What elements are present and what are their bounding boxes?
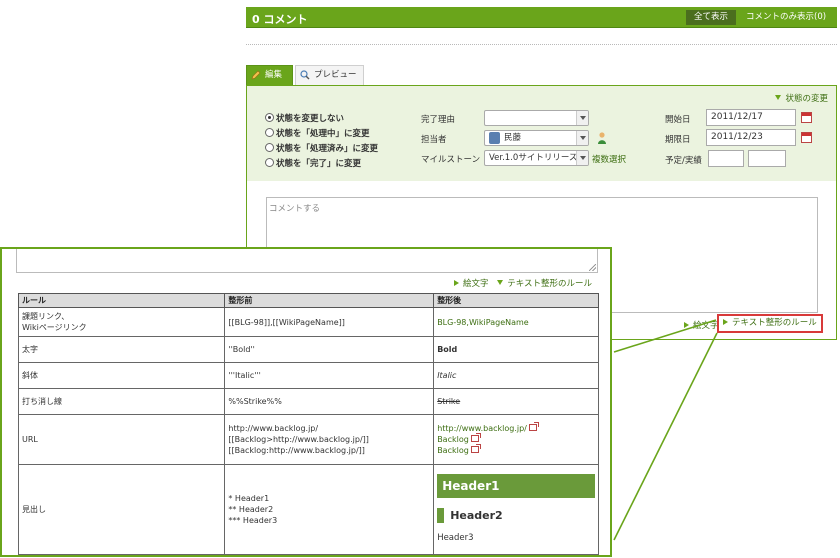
chevron-down-icon bbox=[576, 131, 588, 145]
text-format-rules-zoom: 絵文字 テキスト整形のルール ルール 整形前 整形後 課題リンク、 Wikiページ… bbox=[0, 247, 612, 557]
after-cell: Italic bbox=[433, 362, 599, 389]
calendar-icon[interactable] bbox=[801, 112, 812, 123]
after-cell: Bold bbox=[433, 336, 599, 363]
magnifier-icon bbox=[300, 70, 310, 80]
rule-cell: 打ち消し線 bbox=[17, 388, 226, 415]
table-row: 課題リンク、 Wikiページリンク [[BLG-98]],[[WikiPageNa… bbox=[17, 307, 599, 337]
comment-count-title: 0 コメント bbox=[252, 13, 308, 26]
status-option-in-progress[interactable]: 状態を「処理中」に変更 bbox=[265, 127, 370, 139]
before-cell: '''Italic''' bbox=[224, 362, 435, 389]
comment-placeholder: コメントする bbox=[269, 204, 321, 214]
avatar bbox=[489, 132, 500, 144]
assign-myself-icon[interactable] bbox=[597, 132, 607, 144]
comments-header: 0 コメント 全て表示 コメントのみ表示(0) bbox=[246, 7, 837, 28]
rule-cell: 見出し bbox=[17, 464, 226, 555]
status-toggle-link[interactable]: 状態の変更 bbox=[775, 92, 828, 104]
after-cell: http://www.backlog.jp/ Backlog Backlog bbox=[433, 414, 599, 465]
zoom-text-rules-link[interactable]: テキスト整形のルール bbox=[497, 279, 592, 289]
multi-select-link[interactable]: 複数選択 bbox=[592, 153, 626, 165]
status-change-area: 状態の変更 状態を変更しない 状態を「処理中」に変更 状態を「処理済み」に変更 … bbox=[247, 86, 836, 181]
radio-button[interactable] bbox=[265, 143, 274, 152]
assignee-select[interactable]: 民藤 bbox=[484, 130, 589, 146]
header3-sample: Header3 bbox=[437, 533, 474, 543]
before-cell: %%Strike%% bbox=[224, 388, 435, 415]
chevron-down-icon bbox=[576, 151, 588, 165]
after-cell: Strike bbox=[433, 388, 599, 415]
due-date-label: 期限日 bbox=[665, 135, 691, 145]
table-header-row: ルール 整形前 整形後 bbox=[17, 293, 599, 308]
start-date-input[interactable]: 2011/12/17 bbox=[706, 109, 796, 126]
panel-emoji-link[interactable]: 絵文字 bbox=[684, 319, 719, 331]
text-format-rules-table: ルール 整形前 整形後 課題リンク、 Wikiページリンク [[BLG-98]],… bbox=[17, 293, 599, 555]
link[interactable]: Backlog bbox=[437, 433, 595, 445]
show-all-button[interactable]: 全て表示 bbox=[686, 10, 736, 25]
triangle-right-icon bbox=[454, 280, 459, 286]
due-date-input[interactable]: 2011/12/23 bbox=[706, 129, 796, 146]
comment-textarea-edge bbox=[16, 249, 598, 273]
table-row: URL http://www.backlog.jp/ [[Backlog>htt… bbox=[17, 414, 599, 465]
triangle-down-icon bbox=[497, 280, 504, 285]
triangle-right-icon bbox=[684, 322, 689, 328]
radio-button[interactable] bbox=[265, 158, 274, 167]
external-link-icon bbox=[528, 422, 539, 431]
tab-edit-label: 編集 bbox=[265, 70, 283, 80]
pencil-icon bbox=[251, 70, 261, 80]
before-cell: * Header1 ** Header2 *** Header3 bbox=[224, 464, 435, 555]
estimate-actual-label: 予定/実績 bbox=[665, 156, 702, 166]
column-header: 整形後 bbox=[433, 293, 599, 308]
header2-sample: Header2 bbox=[437, 508, 595, 523]
rule-cell: 太字 bbox=[17, 336, 226, 363]
triangle-right-icon bbox=[723, 319, 728, 325]
link[interactable]: http://www.backlog.jp/ bbox=[437, 422, 595, 434]
rule-cell: 課題リンク、 Wikiページリンク bbox=[17, 307, 226, 337]
before-cell: [[BLG-98]],[[WikiPageName]] bbox=[224, 307, 435, 337]
assignee-label: 担当者 bbox=[421, 135, 447, 145]
estimated-hours-input[interactable] bbox=[708, 150, 744, 167]
after-cell: BLG-98,WikiPageName bbox=[433, 307, 599, 337]
external-link-icon bbox=[470, 444, 481, 453]
show-comments-only-button[interactable]: コメントのみ表示(0) bbox=[746, 10, 826, 25]
chevron-down-icon bbox=[576, 111, 588, 125]
table-row: 見出し * Header1 ** Header2 *** Header3 Hea… bbox=[17, 464, 599, 555]
milestone-select[interactable]: Ver.1.0サイトリリース bbox=[484, 150, 589, 166]
divider bbox=[246, 44, 837, 45]
before-cell: ''Bold'' bbox=[224, 336, 435, 363]
rule-cell: URL bbox=[17, 414, 226, 465]
actual-hours-input[interactable] bbox=[748, 150, 786, 167]
rule-cell: 斜体 bbox=[17, 362, 226, 389]
tab-preview[interactable]: プレビュー bbox=[295, 65, 364, 85]
status-option-closed[interactable]: 状態を「完了」に変更 bbox=[265, 157, 361, 169]
radio-button[interactable] bbox=[265, 113, 274, 122]
triangle-down-icon bbox=[775, 95, 782, 100]
after-cell: Header1 Header2 Header3 bbox=[433, 464, 599, 555]
column-header: ルール bbox=[17, 293, 226, 308]
tab-preview-label: プレビュー bbox=[314, 70, 357, 80]
table-row: 太字 ''Bold'' Bold bbox=[17, 336, 599, 363]
milestone-label: マイルストーン bbox=[421, 155, 481, 165]
text-format-rules-link-highlighted[interactable]: テキスト整形のルール bbox=[717, 314, 823, 333]
zoom-emoji-link[interactable]: 絵文字 bbox=[454, 279, 489, 289]
header1-sample: Header1 bbox=[437, 474, 595, 498]
status-option-keep[interactable]: 状態を変更しない bbox=[265, 112, 344, 124]
start-date-label: 開始日 bbox=[665, 115, 691, 125]
calendar-icon[interactable] bbox=[801, 132, 812, 143]
status-option-resolved[interactable]: 状態を「処理済み」に変更 bbox=[265, 142, 378, 154]
resolution-select[interactable] bbox=[484, 110, 589, 126]
zoom-links: 絵文字 テキスト整形のルール bbox=[454, 277, 592, 289]
column-header: 整形前 bbox=[224, 293, 435, 308]
radio-button[interactable] bbox=[265, 128, 274, 137]
before-cell: http://www.backlog.jp/ [[Backlog>http://… bbox=[224, 414, 435, 465]
table-row: 打ち消し線 %%Strike%% Strike bbox=[17, 388, 599, 415]
table-row: 斜体 '''Italic''' Italic bbox=[17, 362, 599, 389]
resize-grip-icon[interactable] bbox=[589, 264, 596, 271]
link[interactable]: Backlog bbox=[437, 444, 595, 456]
external-link-icon bbox=[470, 433, 481, 442]
tab-edit[interactable]: 編集 bbox=[246, 65, 293, 85]
resolution-label: 完了理由 bbox=[421, 115, 456, 125]
